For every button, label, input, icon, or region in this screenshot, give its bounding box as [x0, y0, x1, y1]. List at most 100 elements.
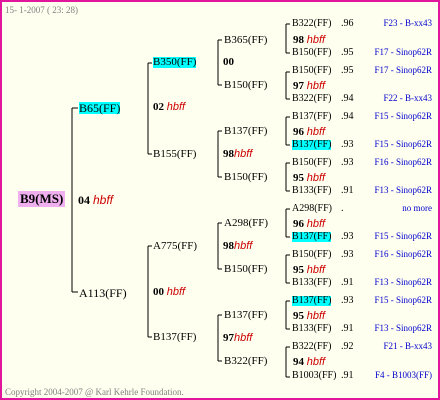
gen4-node[interactable]: B150(FF): [292, 66, 331, 76]
year-number: 98: [293, 34, 304, 46]
gen4-value: .91: [341, 277, 354, 288]
year-number: 96: [293, 218, 304, 230]
gen4-node[interactable]: B322(FF): [292, 94, 331, 104]
gen4-origin: F15 - Sinop62R: [374, 111, 432, 121]
gen4-origin: F21 - B-xx43: [383, 341, 432, 351]
gen4-value: .94: [341, 111, 354, 122]
year-note: hbff: [306, 80, 326, 92]
gen4-node[interactable]: B137(FF): [292, 296, 332, 306]
root-node[interactable]: B9(MS): [18, 191, 66, 207]
gen4-origin: F4 - B1003(FF): [374, 370, 432, 380]
node-gen2[interactable]: A775(FF): [153, 241, 197, 252]
gen4-node[interactable]: B137(FF): [292, 232, 332, 242]
gen4-origin: F23 - B-xx43: [383, 18, 432, 28]
gen4-year: 95 hbff: [293, 311, 325, 322]
node-gen3[interactable]: B137(FF): [224, 310, 267, 321]
year-note: hbff: [306, 356, 326, 368]
node-gen2[interactable]: B350(FF): [153, 57, 197, 68]
year-note: hbff: [306, 310, 326, 322]
node-gen2[interactable]: B155(FF): [153, 149, 196, 160]
node-gen3[interactable]: B322(FF): [224, 356, 267, 367]
gen4-year: 97 hbff: [293, 81, 325, 92]
gen4-year: 96 hbff: [293, 219, 325, 230]
year-number: 95: [293, 172, 304, 184]
year-note: hbff: [166, 101, 186, 113]
gen4-value: .91: [341, 323, 354, 334]
gen4-node[interactable]: B137(FF): [292, 112, 331, 122]
node-sire[interactable]: B65(FF): [79, 102, 121, 114]
gen4-origin: F15 - Sinop62R: [374, 231, 432, 241]
gen4-value: .95: [341, 65, 354, 76]
gen4-origin: F13 - Sinop62R: [374, 277, 432, 287]
pedigree-lines: [71, 23, 290, 378]
node-gen2-year: 00 hbff: [153, 287, 185, 298]
gen4-origin: F15 - Sinop62R: [374, 295, 432, 305]
gen4-year: 95 hbff: [293, 265, 325, 276]
gen4-node[interactable]: B1003(FF): [292, 371, 336, 381]
year-note: hbff: [306, 172, 326, 184]
year-number: 98: [223, 240, 234, 252]
node-gen2-year: 02 hbff: [153, 102, 185, 113]
gen4-node[interactable]: B133(FF): [292, 278, 331, 288]
node-gen3[interactable]: B150(FF): [224, 264, 267, 275]
year-number: 95: [293, 310, 304, 322]
gen4-node[interactable]: B150(FF): [292, 48, 331, 58]
gen4-value: .93: [341, 249, 354, 260]
gen4-node[interactable]: A298(FF): [292, 204, 332, 214]
year-number: 95: [293, 264, 304, 276]
gen4-origin: F17 - Sinop62R: [374, 65, 432, 75]
gen4-year: 94 hbff: [293, 357, 325, 368]
gen4-year: 98 hbff: [293, 35, 325, 46]
year-note: hbff: [93, 193, 114, 207]
node-gen3[interactable]: B137(FF): [224, 126, 267, 137]
gen4-value: .91: [341, 370, 354, 381]
pedigree-frame: 15- 1-2007 ( 23: 28) Copyright 2004-2007…: [0, 0, 440, 400]
year-note: hbff: [234, 332, 253, 344]
node-gen3-year: 98hbff: [223, 149, 252, 160]
gen4-value: .91: [341, 185, 354, 196]
gen4-node[interactable]: B150(FF): [292, 250, 331, 260]
gen4-year: 96 hbff: [293, 127, 325, 138]
gen4-origin: F16 - Sinop62R: [374, 157, 432, 167]
year-number: 02: [153, 101, 164, 113]
node-gen3-year: 97hbff: [223, 333, 252, 344]
year-number: 00: [223, 56, 234, 68]
gen4-value: .93: [341, 139, 354, 150]
gen4-node[interactable]: B150(FF): [292, 158, 331, 168]
year-note: hbff: [306, 126, 326, 138]
year-note: hbff: [306, 218, 326, 230]
gen4-node[interactable]: B322(FF): [292, 19, 331, 29]
node-gen3[interactable]: B150(FF): [224, 80, 267, 91]
node-dam[interactable]: A113(FF): [79, 287, 127, 299]
node-gen2[interactable]: B137(FF): [153, 332, 196, 343]
gen4-value: .96: [341, 18, 354, 29]
gen4-value: .93: [341, 231, 354, 242]
gen4-value: .94: [341, 93, 354, 104]
year-number: 97: [223, 332, 234, 344]
node-gen3[interactable]: A298(FF): [224, 218, 268, 229]
copyright: Copyright 2004-2007 @ Karl Kehrle Founda…: [5, 387, 184, 397]
node-gen3[interactable]: B365(FF): [224, 35, 267, 46]
gen4-origin: F22 - B-xx43: [383, 93, 432, 103]
year-note: hbff: [234, 148, 253, 160]
gen4-origin: F13 - Sinop62R: [374, 185, 432, 195]
gen4-value: .95: [341, 47, 354, 58]
gen4-origin: F13 - Sinop62R: [374, 323, 432, 333]
gen4-origin: no more: [402, 203, 432, 213]
year-note: hbff: [234, 240, 253, 252]
year-number: 94: [293, 356, 304, 368]
year-number: 98: [223, 148, 234, 160]
node-gen3[interactable]: B150(FF): [224, 172, 267, 183]
year-number: 97: [293, 80, 304, 92]
gen4-origin: F15 - Sinop62R: [374, 139, 432, 149]
gen4-node[interactable]: B137(FF): [292, 140, 332, 150]
gen4-node[interactable]: B322(FF): [292, 342, 331, 352]
gen4-value: .93: [341, 157, 354, 168]
year-note: hbff: [306, 264, 326, 276]
year-note: hbff: [166, 286, 186, 298]
gen4-node[interactable]: B133(FF): [292, 324, 331, 334]
year-number: 04: [78, 193, 90, 207]
gen4-origin: F17 - Sinop62R: [374, 47, 432, 57]
year-note: hbff: [306, 34, 326, 46]
gen4-node[interactable]: B133(FF): [292, 186, 331, 196]
